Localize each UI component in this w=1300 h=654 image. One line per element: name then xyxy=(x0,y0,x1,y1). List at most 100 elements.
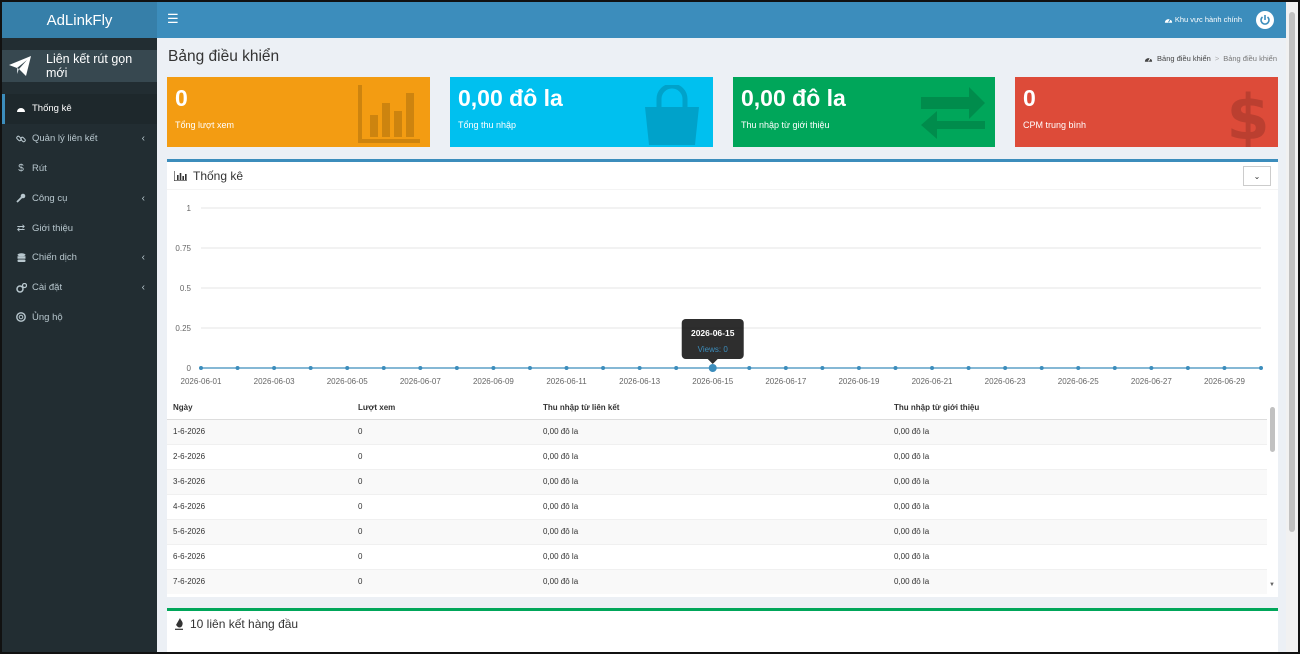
menu-toggle-icon[interactable]: ☰ xyxy=(167,11,179,27)
bar-chart-icon xyxy=(174,170,187,181)
table-cell: 0,00 đô la xyxy=(537,543,888,569)
y-tick-label: 0.25 xyxy=(175,324,191,333)
x-tick-label: 2026-06-03 xyxy=(254,377,295,386)
sidebar-item-settings[interactable]: Cài đặt ‹ xyxy=(2,273,157,303)
app-logo[interactable]: AdLinkFly xyxy=(2,2,157,38)
y-tick-label: 0 xyxy=(187,364,192,373)
sidebar-item-withdraw[interactable]: $ Rút xyxy=(2,154,157,184)
data-point xyxy=(601,366,606,370)
sidebar: AdLinkFly Liên kết rút gọn mới Thống kê Q… xyxy=(2,2,157,652)
data-point xyxy=(235,366,240,370)
sidebar-item-label: Cài đặt xyxy=(32,282,63,294)
sidebar-item-label: Công cụ xyxy=(32,192,68,204)
logout-button[interactable] xyxy=(1256,11,1274,29)
sidebar-item-referrals[interactable]: ⇄ Giới thiệu xyxy=(2,213,157,243)
table-cell: 0,00 đô la xyxy=(537,568,888,594)
stat-label: Tổng thu nhập xyxy=(458,120,517,130)
tooltip-title: 2026-06-15 xyxy=(691,328,735,338)
dashboard-icon xyxy=(14,105,28,113)
table-row: 1-6-2026 0 0,00 đô la 0,00 đô la xyxy=(167,418,1267,444)
sidebar-item-stats[interactable]: Thống kê xyxy=(2,94,157,124)
sidebar-item-label: Giới thiệu xyxy=(32,222,74,234)
table-cell: 7-6-2026 xyxy=(167,568,352,594)
data-point xyxy=(1185,366,1190,370)
x-tick-label: 2026-06-27 xyxy=(1131,377,1172,386)
x-tick-label: 2026-06-05 xyxy=(327,377,368,386)
table-row: 2-6-2026 0 0,00 đô la 0,00 đô la xyxy=(167,443,1267,469)
table-cell: 1-6-2026 xyxy=(167,418,352,444)
scroll-down-arrow-icon[interactable]: ▼ xyxy=(1269,582,1275,588)
sidebar-item-label: Chiến dịch xyxy=(32,252,77,264)
dollar-icon: $ xyxy=(18,162,24,174)
column-header: Ngày xyxy=(167,397,352,420)
data-point xyxy=(308,366,313,370)
sidebar-item-campaigns[interactable]: Chiến dịch ‹ xyxy=(2,243,157,273)
table-cell: 0,00 đô la xyxy=(888,418,1267,444)
table-cell: 0,00 đô la xyxy=(537,468,888,494)
new-short-link-button[interactable]: Liên kết rút gọn mới xyxy=(2,50,157,82)
data-point xyxy=(747,366,752,370)
stat-box-referral-earnings: 0,00 đô la Thu nhập từ giới thiệu xyxy=(733,77,995,147)
table-scrollbar[interactable]: ▼ xyxy=(1267,402,1278,597)
data-point xyxy=(1259,366,1263,370)
link-icon xyxy=(14,134,28,144)
statistics-panel-title: Thống kê xyxy=(193,168,244,183)
statistics-panel-header: Thống kê xyxy=(167,162,1278,190)
data-point xyxy=(199,366,203,370)
x-tick-label: 2026-06-15 xyxy=(692,377,733,386)
data-point xyxy=(930,366,935,370)
x-tick-label: 2026-06-01 xyxy=(181,377,222,386)
data-point xyxy=(637,366,642,370)
table-cell: 0,00 đô la xyxy=(888,468,1267,494)
data-point xyxy=(820,366,825,370)
table-cell: 2-6-2026 xyxy=(167,443,352,469)
page-scrollbar[interactable] xyxy=(1286,2,1298,652)
x-tick-label: 2026-06-23 xyxy=(985,377,1026,386)
data-point xyxy=(856,366,861,370)
table-row: 6-6-2026 0 0,00 đô la 0,00 đô la xyxy=(167,543,1267,569)
table-cell: 0 xyxy=(352,443,537,469)
daily-stats-table: Ngày Lượt xem Thu nhập từ liên kết Thu nhập… xyxy=(167,397,1267,594)
period-select[interactable]: ⌄ xyxy=(1243,166,1271,186)
chevron-left-icon: ‹ xyxy=(141,282,145,294)
data-point xyxy=(783,366,788,370)
breadcrumb-home-link[interactable]: Bảng điều khiển xyxy=(1157,54,1211,63)
data-point xyxy=(966,366,971,370)
stat-box-total-views: 0 Tổng lượt xem xyxy=(167,77,430,147)
data-point xyxy=(418,366,423,370)
top-header: ☰ Khu vực hành chính xyxy=(157,2,1286,38)
stat-value: 0 xyxy=(1023,85,1036,111)
table-row: 3-6-2026 0 0,00 đô la 0,00 đô la xyxy=(167,468,1267,494)
gears-icon xyxy=(14,282,28,293)
stat-box-total-earnings: 0,00 đô la Tổng thu nhập xyxy=(450,77,713,147)
admin-area-link[interactable]: Khu vực hành chính xyxy=(1164,15,1242,24)
daily-stats-table-container: Ngày Lượt xem Thu nhập từ liên kết Thu nhập… xyxy=(167,397,1267,597)
sidebar-item-support[interactable]: Ủng hộ xyxy=(2,303,157,333)
x-tick-label: 2026-06-17 xyxy=(765,377,806,386)
data-point xyxy=(1039,366,1044,370)
bar-chart-icon xyxy=(358,85,420,147)
column-header: Thu nhập từ liên kết xyxy=(537,397,888,420)
sidebar-item-tools[interactable]: Công cụ ‹ xyxy=(2,183,157,213)
top-links-panel-header: 10 liên kết hàng đầu xyxy=(167,611,1278,637)
data-point xyxy=(893,366,898,370)
data-point xyxy=(1112,366,1117,370)
data-point xyxy=(564,366,569,370)
data-point xyxy=(491,366,496,370)
top-links-panel: 10 liên kết hàng đầu xyxy=(167,608,1278,652)
table-cell: 0,00 đô la xyxy=(888,443,1267,469)
data-point xyxy=(527,366,532,370)
sidebar-item-link-manager[interactable]: Quản lý liên kết ‹ xyxy=(2,124,157,154)
sidebar-item-label: Thống kê xyxy=(32,103,72,115)
breadcrumb: Bảng điều khiển > Bảng điều khiển xyxy=(1144,54,1277,63)
power-icon xyxy=(1260,15,1270,25)
stat-label: Tổng lượt xem xyxy=(175,120,234,130)
views-line-chart: 0 0.25 0.5 0.75 1 2026-06-01 2026-06-03 2026-06… xyxy=(175,204,1263,386)
data-point xyxy=(1076,366,1081,370)
sidebar-item-label: Rút xyxy=(32,162,47,174)
page-title: Bảng điều khiển xyxy=(168,48,280,65)
sidebar-item-label: Quản lý liên kết xyxy=(32,133,98,145)
y-tick-label: 0.75 xyxy=(175,244,191,253)
table-row: 5-6-2026 0 0,00 đô la 0,00 đô la xyxy=(167,518,1267,544)
table-cell: 0 xyxy=(352,468,537,494)
